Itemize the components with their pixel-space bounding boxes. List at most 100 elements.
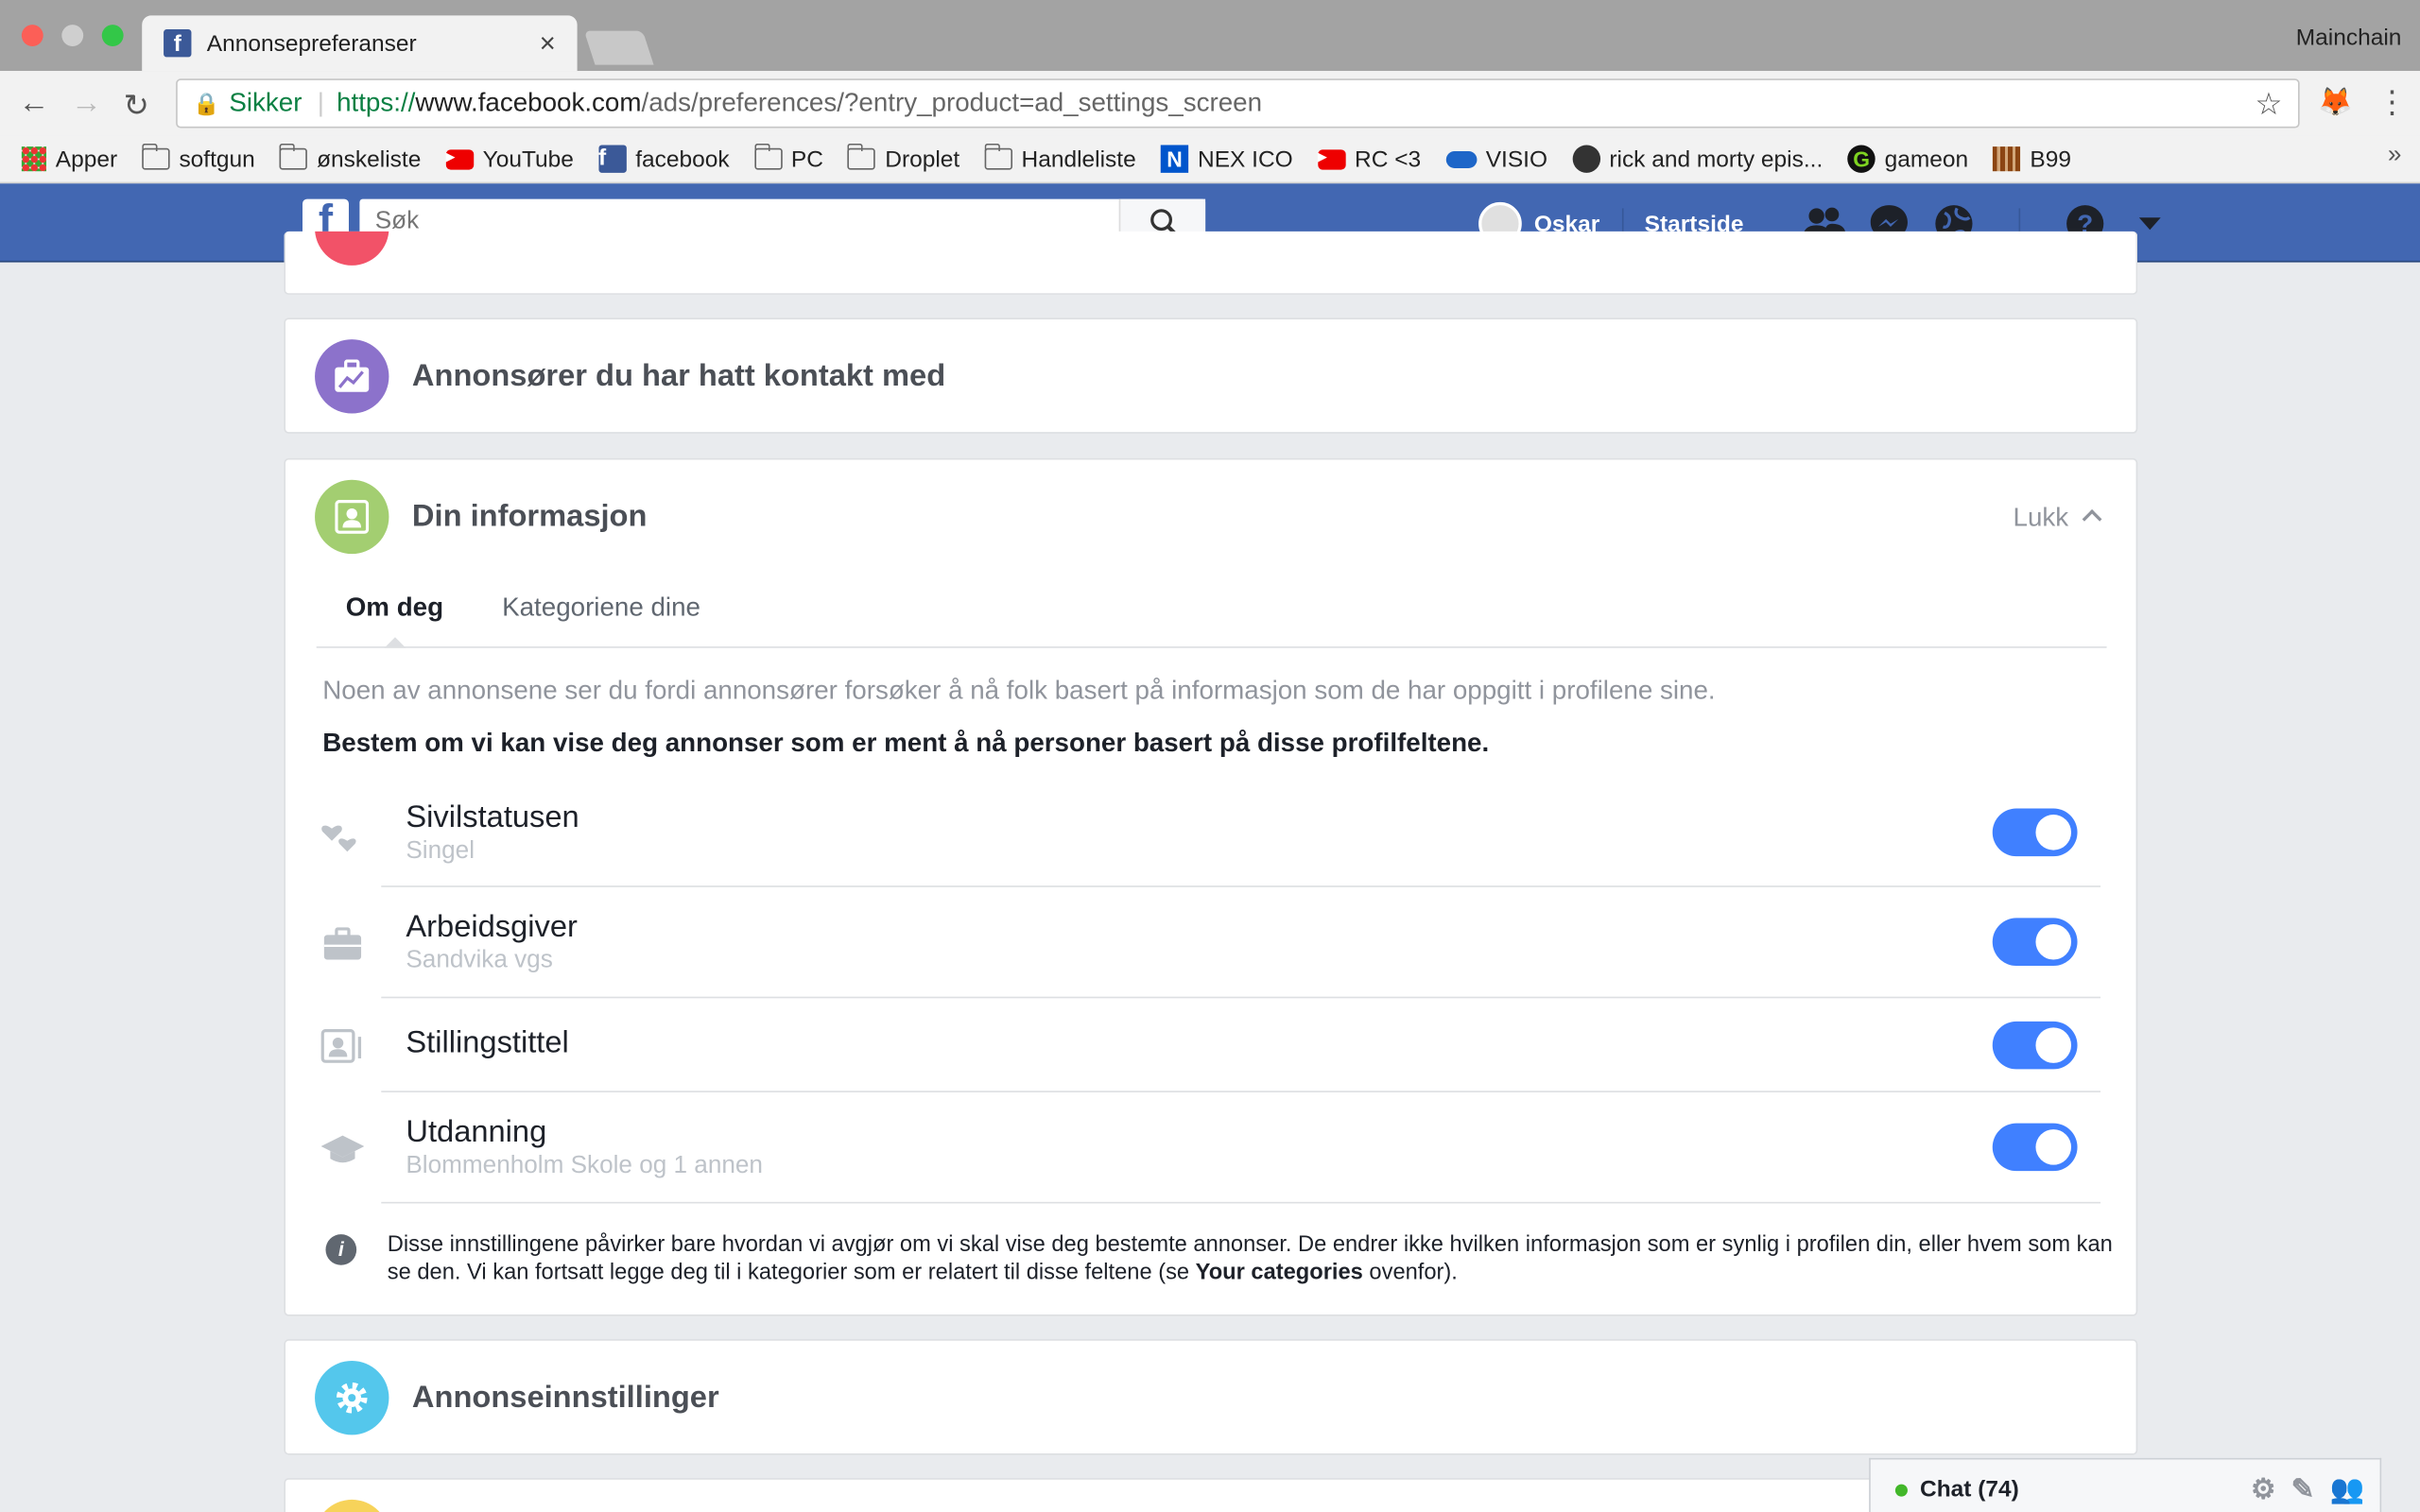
browser-tab-active[interactable]: f Annonsepreferanser × bbox=[142, 15, 578, 72]
folder-icon bbox=[984, 143, 1012, 170]
back-arrow-icon[interactable]: ← bbox=[19, 86, 50, 122]
profile-field-row: Stillingstittel bbox=[320, 998, 2101, 1092]
bookmark-label: facebook bbox=[635, 146, 730, 173]
browser-toolbar: ← → ↻ 🔒 Sikker | https:// www.facebook.c… bbox=[0, 71, 2420, 136]
youtube-icon: ▶ bbox=[445, 148, 474, 169]
close-window-button[interactable] bbox=[21, 25, 43, 46]
bookmark-label: Apper bbox=[55, 146, 118, 173]
bookmark-softgun[interactable]: softgun bbox=[142, 143, 255, 173]
bookmark-youtube[interactable]: ▶ YouTube bbox=[445, 146, 574, 173]
bookmark-rick-and-morty[interactable]: rick and morty epis... bbox=[1572, 145, 1823, 173]
gear-icon bbox=[336, 1382, 368, 1414]
section-icon-partial bbox=[315, 1499, 389, 1512]
chat-bar[interactable]: Chat (74) ⚙ ✎ 👥 bbox=[1869, 1457, 2382, 1512]
info-icon: i bbox=[325, 1234, 357, 1265]
bookmark-pc[interactable]: PC bbox=[753, 143, 823, 172]
section-title: Annonseinnstillinger bbox=[411, 1381, 719, 1416]
zoom-window-button[interactable] bbox=[101, 25, 124, 46]
secure-label: Sikker bbox=[229, 88, 302, 118]
section-icon bbox=[315, 339, 389, 414]
your-categories-link[interactable]: Your categories bbox=[1196, 1261, 1363, 1285]
folder-icon bbox=[279, 143, 308, 170]
film-strip-icon bbox=[1993, 146, 2021, 172]
url-host: www.facebook.com bbox=[415, 88, 642, 118]
your-information-section-card: Din informasjon Lukk Om deg Kategoriene … bbox=[284, 457, 2138, 1316]
bookmark-rc[interactable]: ▶ RC <3 bbox=[1317, 146, 1421, 172]
advertisers-section-card[interactable]: Annonsører du har hatt kontakt med bbox=[284, 318, 2138, 434]
chat-actions: ⚙ ✎ 👥 bbox=[2251, 1473, 2380, 1505]
chat-label: Chat (74) bbox=[1920, 1476, 2019, 1503]
forward-arrow-icon[interactable]: → bbox=[71, 86, 102, 122]
bookmark-label: VISIO bbox=[1485, 146, 1548, 173]
create-group-icon[interactable]: 👥 bbox=[2330, 1473, 2365, 1505]
bookmark-handleliste[interactable]: Handleliste bbox=[984, 143, 1136, 173]
gameon-logo-icon: G bbox=[1847, 145, 1876, 173]
section-icon bbox=[315, 479, 389, 555]
graduation-cap-icon bbox=[320, 1126, 366, 1173]
bookmark-star-icon[interactable]: ☆ bbox=[2255, 84, 2282, 123]
field-label: Stillingstittel bbox=[406, 1025, 569, 1060]
chevron-up-icon bbox=[2082, 509, 2102, 529]
online-status-dot bbox=[1894, 1483, 1908, 1496]
facebook-icon: f bbox=[598, 145, 627, 173]
bookmark-apps[interactable]: Apper bbox=[21, 146, 118, 173]
profile-card-icon bbox=[335, 499, 370, 534]
chat-settings-gear-icon[interactable]: ⚙ bbox=[2251, 1473, 2275, 1505]
folder-icon bbox=[848, 143, 876, 170]
profile-field-row: Sivilstatusen Singel bbox=[321, 787, 2101, 887]
bookmark-label: Handleliste bbox=[1021, 146, 1136, 173]
bookmark-onskeliste[interactable]: ønskeliste bbox=[279, 143, 422, 173]
field-value: Singel bbox=[406, 837, 475, 865]
new-message-compose-icon[interactable]: ✎ bbox=[2291, 1473, 2315, 1505]
info-tabs: Om deg Kategoriene dine bbox=[316, 571, 2107, 648]
bookmark-label: softgun bbox=[179, 146, 255, 173]
onedrive-cloud-icon bbox=[1445, 150, 1477, 168]
briefcase-chart-icon bbox=[335, 359, 370, 392]
tab-about-you[interactable]: Om deg bbox=[317, 571, 473, 648]
tab-close-icon[interactable]: × bbox=[540, 27, 556, 60]
tab-your-categories[interactable]: Kategoriene dine bbox=[473, 571, 730, 646]
employer-toggle[interactable] bbox=[1992, 918, 2078, 967]
new-tab-button[interactable] bbox=[583, 30, 654, 65]
tab-title: Annonsepreferanser bbox=[206, 29, 417, 57]
section-icon bbox=[315, 1360, 389, 1435]
bookmark-droplet[interactable]: Droplet bbox=[848, 143, 959, 172]
minimize-window-button[interactable] bbox=[61, 25, 84, 46]
bookmark-facebook[interactable]: f facebook bbox=[598, 145, 730, 173]
bookmark-gameon[interactable]: Ggameon bbox=[1847, 145, 1969, 173]
ad-settings-section-card[interactable]: Annonseinnstillinger bbox=[284, 1339, 2138, 1455]
bookmark-label: gameon bbox=[1884, 146, 1969, 173]
section-instruction: Bestem om vi kan vise deg annonser som e… bbox=[322, 728, 1490, 758]
education-toggle[interactable] bbox=[1992, 1123, 2078, 1172]
profile-field-row: Arbeidsgiver Sandvika vgs bbox=[323, 887, 2101, 999]
facebook-favicon-icon: f bbox=[164, 29, 192, 58]
bookmark-label: YouTube bbox=[482, 146, 574, 173]
address-separator: | bbox=[317, 88, 325, 118]
section-description: Noen av annonsene ser du fordi annonsøre… bbox=[322, 676, 1716, 706]
reload-icon[interactable]: ↻ bbox=[124, 86, 149, 125]
field-label: Sivilstatusen bbox=[406, 800, 579, 835]
window-controls bbox=[21, 25, 124, 46]
metamask-extension-icon[interactable]: 🦊 bbox=[2318, 86, 2353, 118]
relationship-status-toggle[interactable] bbox=[1992, 808, 2078, 857]
bookmark-nex-ico[interactable]: N NEX ICO bbox=[1160, 145, 1293, 173]
apps-grid-icon bbox=[21, 146, 46, 172]
more-bookmarks-icon[interactable]: » bbox=[2388, 142, 2402, 169]
section-title: Din informasjon bbox=[411, 499, 648, 534]
url-scheme: https:// bbox=[337, 88, 416, 118]
bookmark-b99[interactable]: B99 bbox=[1993, 146, 2071, 172]
browser-menu-icon[interactable]: ⋮ bbox=[2377, 83, 2408, 122]
close-section-button[interactable]: Lukk bbox=[2014, 503, 2102, 534]
job-title-toggle[interactable] bbox=[1992, 1021, 2078, 1070]
bookmark-label: ønskeliste bbox=[317, 146, 422, 173]
bookmark-visio[interactable]: VISIO bbox=[1445, 146, 1547, 172]
field-value: Sandvika vgs bbox=[406, 947, 553, 974]
bookmark-label: NEX ICO bbox=[1198, 146, 1293, 173]
hearts-icon bbox=[320, 812, 366, 858]
lock-icon: 🔒 bbox=[193, 90, 220, 115]
browser-profile-name[interactable]: Mainchain bbox=[2296, 25, 2402, 51]
site-favicon-icon bbox=[1572, 145, 1600, 173]
next-section-card bbox=[284, 1478, 2138, 1512]
address-bar[interactable]: 🔒 Sikker | https:// www.facebook.com /ad… bbox=[176, 78, 2300, 129]
field-value: Blommenholm Skole og 1 annen bbox=[406, 1152, 763, 1179]
